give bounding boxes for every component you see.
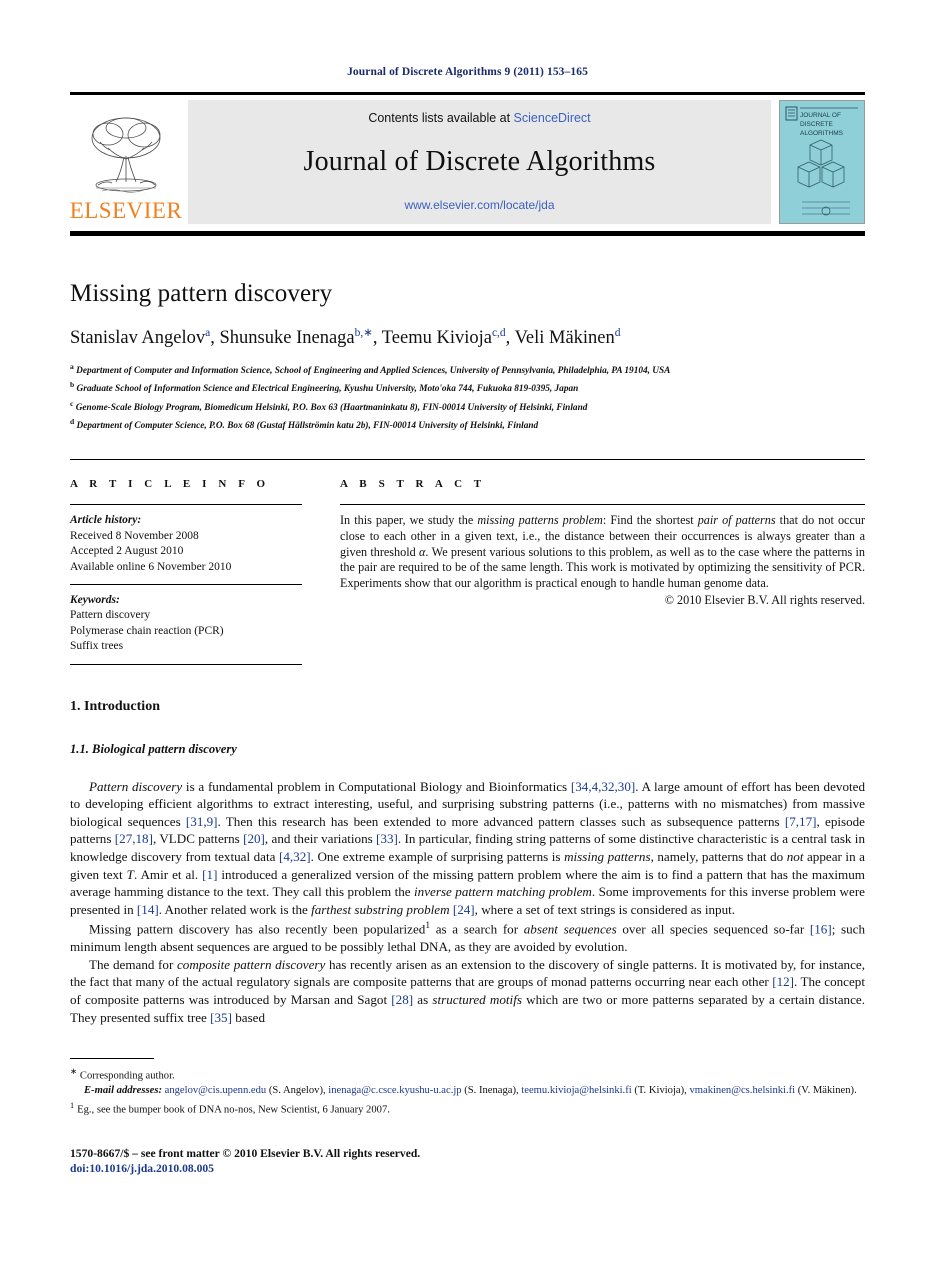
issn-footer: 1570-8667/$ – see front matter © 2010 El… [70, 1146, 420, 1176]
doi-link[interactable]: doi:10.1016/j.jda.2010.08.005 [70, 1161, 420, 1176]
footnote-note-1: 1 Eg., see the bumper book of DNA no-nos,… [70, 1099, 865, 1118]
author-name: Shunsuke Inenaga [219, 328, 355, 349]
email-addresses-label: E-mail addresses: [84, 1085, 162, 1097]
keywords-group: Keywords: Pattern discovery Polymerase ch… [70, 593, 302, 664]
info-rule-bottom [70, 663, 302, 665]
author-affiliation-mark: b,∗ [354, 327, 373, 339]
keyword-item: Suffix trees [70, 640, 124, 653]
paragraph-1: Pattern discovery is a fundamental probl… [70, 778, 865, 917]
keywords-values: Pattern discovery Polymerase chain reacti… [70, 608, 302, 654]
info-rule-top [70, 504, 302, 506]
article-history-item: Received 8 November 2008 [70, 529, 199, 542]
article-info-heading: A R T I C L E I N F O [70, 478, 270, 491]
author-name: Stanislav Angelov [70, 328, 206, 349]
body-content: 1. Introduction 1.1. Biological pattern … [70, 673, 865, 1027]
author-list: Stanislav Angelova, Shunsuke Inenagab,∗,… [70, 327, 621, 349]
affiliation-item: a Department of Computer and Information… [70, 362, 671, 377]
keyword-item: Pattern discovery [70, 609, 151, 622]
author-affiliation-mark: c,d [491, 327, 506, 339]
email-link[interactable]: teemu.kivioja@helsinki.fi [521, 1085, 631, 1096]
email-link[interactable]: vmakinen@cs.helsinki.fi [689, 1085, 795, 1096]
section-heading-introduction: 1. Introduction [70, 698, 160, 714]
affiliation-item: b Graduate School of Information Science… [70, 380, 579, 395]
abstract-rule [340, 504, 865, 506]
subsection-heading-biological: 1.1. Biological pattern discovery [70, 741, 237, 756]
title-block: Missing pattern discovery Stanislav Ange… [70, 236, 865, 433]
abstract-copyright: © 2010 Elsevier B.V. All rights reserved… [664, 593, 865, 608]
info-abstract-row: A R T I C L E I N F O Article history: R… [70, 459, 865, 672]
running-head: Journal of Discrete Algorithms 9 (2011) … [347, 66, 588, 78]
footnote-rule [70, 1058, 154, 1059]
affiliation-letter: a [70, 362, 74, 372]
email-link[interactable]: angelov@cis.upenn.edu [165, 1085, 267, 1096]
elsevier-wordmark: ELSEVIER [69, 198, 183, 223]
keywords-label: Keywords: [70, 593, 120, 606]
affiliation-item: d Department of Computer Science, P.O. B… [70, 417, 539, 432]
journal-masthead: ELSEVIER Contents lists available at Sci… [70, 92, 865, 236]
svg-text:DISCRETE: DISCRETE [800, 121, 834, 128]
masthead-center-box: Contents lists available at ScienceDirec… [188, 100, 771, 224]
footnote-1-text: Eg., see the bumper book of DNA no-nos, … [77, 1104, 390, 1116]
article-history-item: Available online 6 November 2010 [70, 560, 232, 573]
author-affiliation-mark: d [614, 327, 621, 339]
affiliation-letter: b [70, 380, 75, 390]
contents-available-line: Contents lists available at ScienceDirec… [368, 111, 590, 125]
journal-title: Journal of Discrete Algorithms [303, 145, 656, 177]
corresponding-author-mark: ∗ [70, 1067, 77, 1076]
svg-text:JOURNAL OF: JOURNAL OF [800, 112, 841, 119]
article-history-values: Received 8 November 2008 Accepted 2 Augus… [70, 529, 302, 575]
footnote-block: ∗ Corresponding author. E-mail addresses:… [70, 1058, 865, 1118]
article-info-panel: A R T I C L E I N F O Article history: R… [70, 478, 302, 672]
corresponding-author-text: Corresponding author. [79, 1070, 175, 1082]
article-history-item: Accepted 2 August 2010 [70, 545, 184, 558]
page-title: Missing pattern discovery [70, 280, 333, 307]
footnote-1-mark: 1 [70, 1100, 75, 1110]
article-history-group: Article history: Received 8 November 200… [70, 513, 302, 584]
journal-homepage-link[interactable]: www.elsevier.com/locate/jda [404, 198, 554, 212]
journal-cover-thumbnail: JOURNAL OF DISCRETE ALGORITHMS [779, 100, 865, 224]
footnote-corresponding: ∗ Corresponding author. [70, 1065, 865, 1084]
keyword-item: Polymerase chain reaction (PCR) [70, 624, 224, 637]
author-affiliation-mark: a [205, 327, 211, 339]
affiliation-letter: d [70, 417, 75, 427]
elsevier-logo: ELSEVIER [70, 100, 182, 224]
author-name: Veli Mäkinen [514, 328, 615, 349]
abstract-panel: A B S T R A C T In this paper, we study … [340, 478, 865, 672]
contents-prefix: Contents lists available at [368, 111, 514, 125]
affiliation-list: a Department of Computer and Information… [70, 360, 865, 433]
svg-text:ALGORITHMS: ALGORITHMS [800, 130, 844, 137]
paragraph-3: The demand for composite pattern discove… [70, 956, 865, 1025]
paragraph-2: Missing pattern discovery has also recen… [70, 921, 866, 955]
sciencedirect-link[interactable]: ScienceDirect [514, 111, 591, 125]
author-name: Teemu Kivioja [381, 328, 492, 349]
affiliation-item: c Genome-Scale Biology Program, Biomedic… [70, 398, 588, 413]
abstract-text: In this paper, we study the missing patt… [340, 513, 866, 590]
affiliation-letter: c [70, 398, 74, 408]
email-link[interactable]: inenaga@c.csce.kyushu-u.ac.jp [328, 1085, 461, 1096]
issn-line: 1570-8667/$ – see front matter © 2010 El… [70, 1147, 421, 1160]
article-history-label: Article history: [70, 514, 142, 527]
info-rule-mid [70, 583, 302, 585]
footnote-emails: E-mail addresses: angelov@cis.upenn.edu … [70, 1084, 865, 1099]
email-addresses-values: angelov@cis.upenn.edu (S. Angelov), inen… [164, 1085, 857, 1097]
elsevier-tree-icon [91, 117, 161, 193]
abstract-heading: A B S T R A C T [340, 478, 486, 491]
cover-artwork: JOURNAL OF DISCRETE ALGORITHMS [780, 101, 864, 223]
paper-page: Journal of Discrete Algorithms 9 (2011) … [0, 0, 935, 1266]
